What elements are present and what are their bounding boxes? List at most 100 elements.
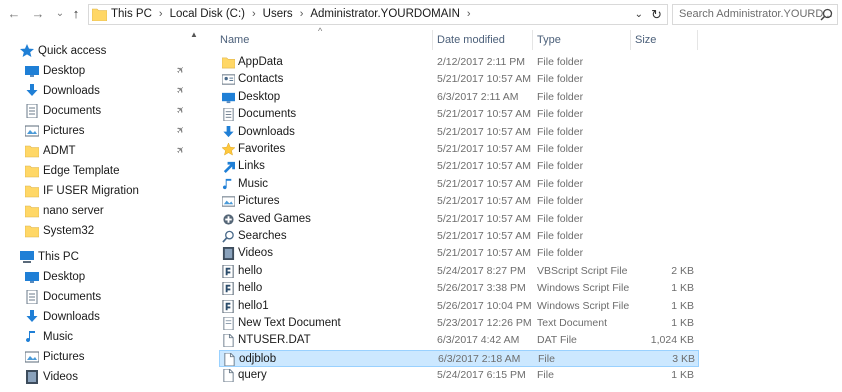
file-size: 1 KB [671,299,694,312]
file-row[interactable]: Contacts 5/21/2017 10:57 AM File folder [219,71,699,88]
folder-icon [25,145,39,158]
desktop-icon [222,92,235,103]
nav-item-label: System32 [43,225,95,237]
file-name: AppData [238,56,283,68]
file-row[interactable]: AppData 2/12/2017 2:11 PM File folder [219,54,699,71]
file-type: File folder [537,247,584,260]
column-header-size[interactable]: Size [635,28,656,52]
videos-icon [26,370,38,384]
breadcrumb-item[interactable]: Administrator.YOURDOMAIN [310,8,460,20]
column-divider[interactable] [697,30,698,50]
breadcrumb-chevron-icon[interactable]: › [293,8,311,20]
up-button[interactable]: ↑ [68,6,84,22]
column-divider[interactable] [532,30,533,50]
script-icon [222,282,234,296]
documents-icon [26,290,38,304]
searches-icon [222,230,234,243]
folder-icon [25,205,39,218]
file-type: VBScript Script File [537,264,628,277]
saved-games-icon [223,213,234,225]
file-size: 3 KB [672,352,695,365]
file-row[interactable]: Desktop 6/3/2017 2:11 AM File folder [219,89,699,106]
file-row[interactable]: NTUSER.DAT 6/3/2017 4:42 AM DAT File 1,024 … [219,332,699,349]
file-date-modified: 5/21/2017 10:57 AM [437,160,531,173]
breadcrumb-item[interactable]: Users [263,8,293,20]
downloads-icon [26,84,38,96]
file-date-modified: 2/12/2017 2:11 PM [437,56,525,68]
file-row[interactable]: Videos 5/21/2017 10:57 AM File folder [219,245,699,262]
file-row[interactable]: hello 5/24/2017 8:27 PM VBScript Script Fi… [219,263,699,280]
pin-icon: ✈ [174,123,189,138]
nav-scroll-up-arrow[interactable]: ▲ [190,30,198,39]
file-date-modified: 5/23/2017 12:26 PM [437,317,532,329]
file-date-modified: 5/21/2017 10:57 AM [437,247,531,260]
file-row[interactable]: Downloads 5/21/2017 10:57 AM File folder [219,124,699,141]
file-date-modified: 5/26/2017 3:38 PM [437,282,526,295]
file-name: Searches [238,230,287,242]
file-type: File folder [537,212,584,225]
file-row[interactable]: Favorites 5/21/2017 10:57 AM File folder [219,141,699,158]
breadcrumb-item[interactable]: Local Disk (C:) [170,8,245,20]
file-row[interactable]: New Text Document 5/23/2017 12:26 PM Text … [219,315,699,332]
music-icon [222,178,232,189]
file-name: NTUSER.DAT [238,334,311,347]
column-header-type[interactable]: Type [537,28,561,52]
text-file-icon [223,317,234,330]
breadcrumb-item[interactable]: This PC [111,8,152,20]
nav-item-label: Desktop [43,271,86,283]
file-date-modified: 5/21/2017 10:57 AM [437,230,531,242]
address-dropdown-button[interactable]: ⌄ [635,5,643,24]
folder-icon [222,57,235,69]
nav-item-label: Documents [43,105,102,117]
file-type: Windows Script File [537,282,630,295]
file-row[interactable]: query 5/24/2017 6:15 PM File 1 KB [219,367,699,384]
file-name: Contacts [238,73,284,86]
file-row[interactable]: Saved Games 5/21/2017 10:57 AM File folder [219,211,699,228]
blank-file-icon [223,334,234,348]
favorites-icon [222,143,235,156]
folder-icon [25,165,39,178]
folder-icon [25,225,39,238]
breadcrumb-chevron-icon[interactable]: › [460,8,478,20]
folder-icon [92,8,107,21]
recent-locations-button[interactable]: ⌄ [52,6,68,22]
file-type: Text Document [537,317,608,329]
file-row[interactable]: Music 5/21/2017 10:57 AM File folder [219,176,699,193]
address-bar-row: ← → ⌄ ↑ This PC › Local Disk (C:) › Users › Ad… [0,0,842,30]
back-button[interactable]: ← [6,6,22,22]
column-header-name[interactable]: Name [220,28,249,52]
file-date-modified: 5/24/2017 6:15 PM [437,369,526,382]
nav-item-label: Videos [43,371,78,383]
file-type: File folder [537,160,584,173]
file-row[interactable]: Documents 5/21/2017 10:57 AM File folder [219,106,699,123]
nav-item-label: Desktop [43,65,86,77]
file-row[interactable]: hello 5/26/2017 3:38 PM Windows Script Fil… [219,280,699,297]
column-header-date-modified[interactable]: Date modified [437,28,505,52]
music-icon [26,331,35,343]
address-box[interactable]: This PC › Local Disk (C:) › Users › Administra… [88,4,668,25]
file-row[interactable]: Searches 5/21/2017 10:57 AM File folder [219,228,699,245]
breadcrumb-chevron-icon[interactable]: › [245,8,263,20]
search-box[interactable]: Search Administrator.YOURD... [672,4,838,25]
file-row[interactable]: Pictures 5/21/2017 10:57 AM File folder [219,193,699,210]
forward-button[interactable]: → [30,6,46,22]
pictures-icon [25,351,39,363]
file-size: 1 KB [671,282,694,295]
file-row[interactable]: Links 5/21/2017 10:57 AM File folder [219,158,699,175]
column-divider[interactable] [630,30,631,50]
pictures-icon [222,196,235,207]
file-name: Desktop [238,90,281,103]
file-type: Windows Script File [537,299,630,312]
file-type: File folder [537,177,584,190]
file-type: DAT File [537,334,577,347]
column-divider[interactable] [432,30,433,50]
file-name: Pictures [238,195,280,208]
breadcrumb-chevron-icon[interactable]: › [152,8,170,20]
file-name: Documents [238,108,297,121]
nav-item-label: Pictures [43,351,85,363]
file-type: File folder [537,230,584,242]
file-row[interactable]: hello1 5/26/2017 10:04 PM Windows Script F… [219,298,699,315]
refresh-button[interactable]: ↻ [651,5,662,24]
file-row[interactable]: odjblob 6/3/2017 2:18 AM File 3 KB [219,349,699,368]
file-date-modified: 5/21/2017 10:57 AM [437,108,531,121]
